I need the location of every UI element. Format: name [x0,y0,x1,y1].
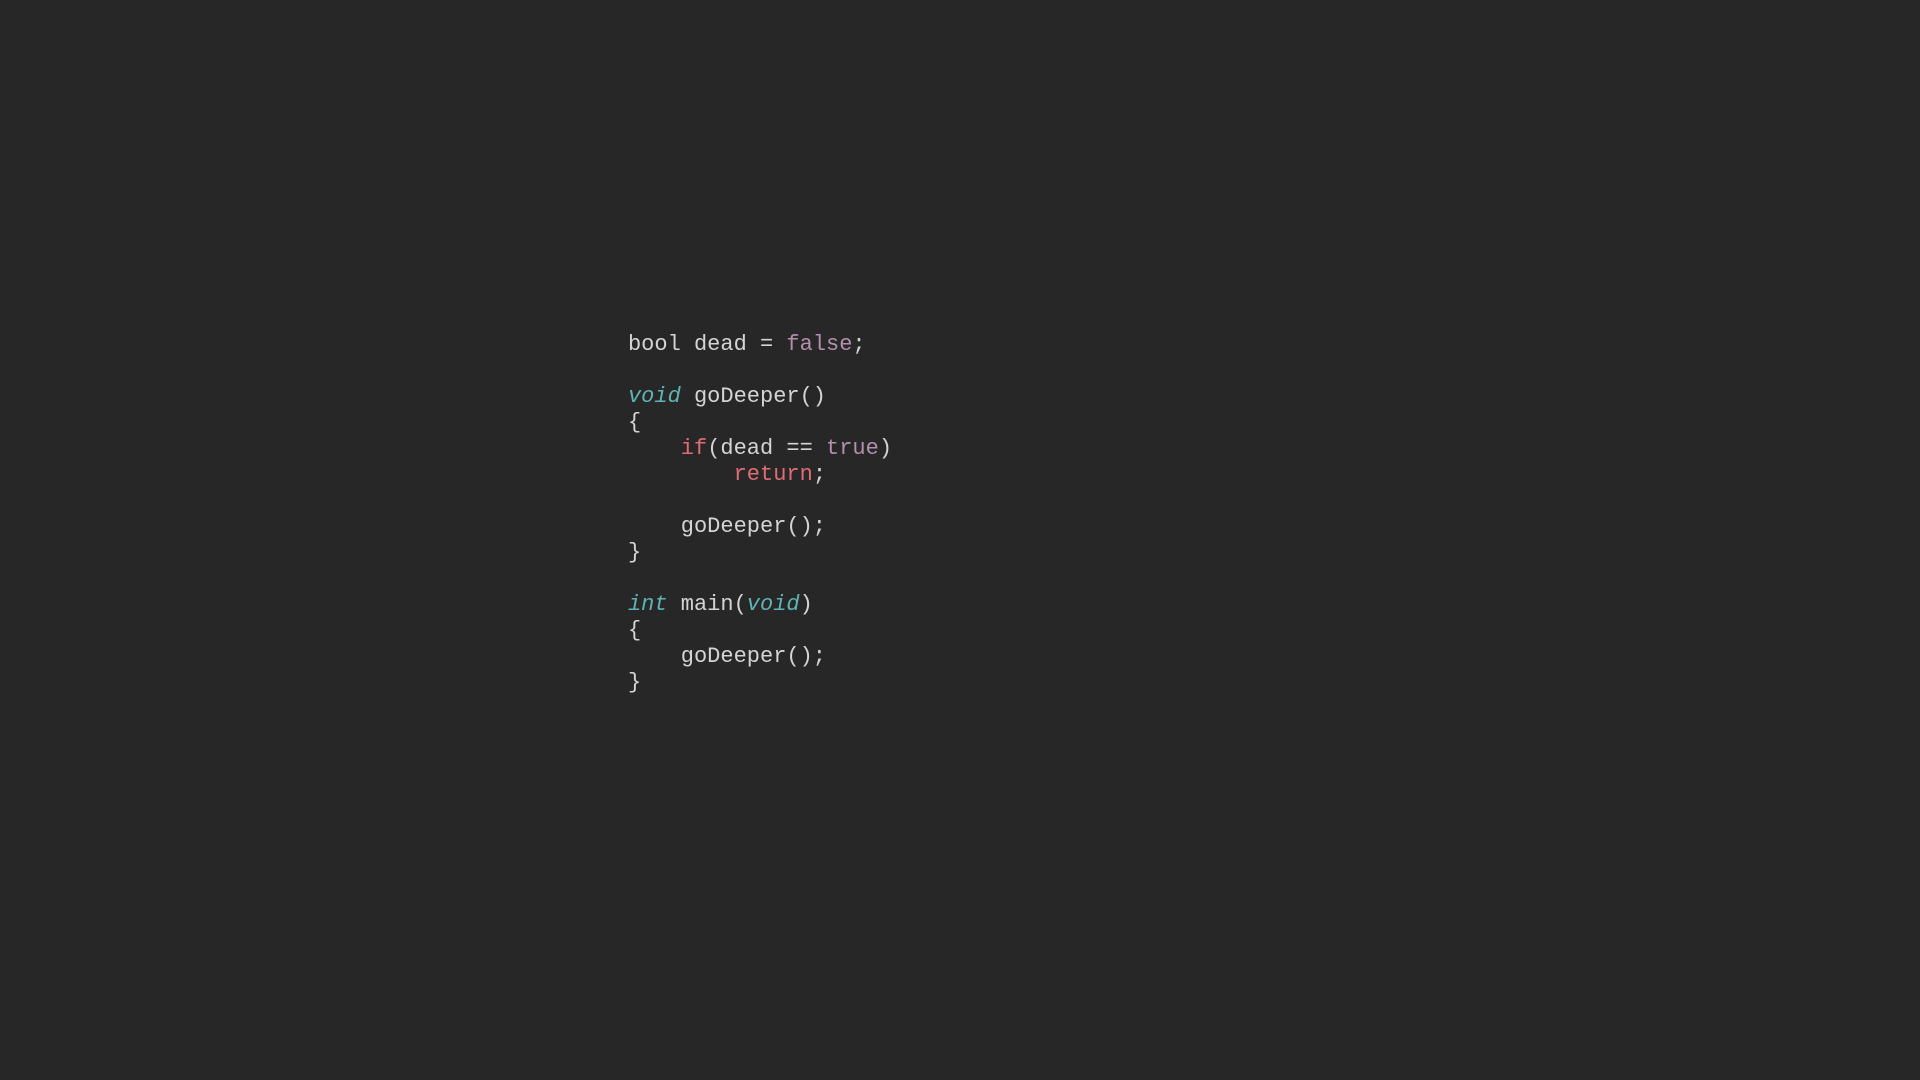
function-call: goDeeper(); [681,644,826,669]
type-keyword: void [747,592,800,617]
code-line [628,354,892,380]
code-line: int main(void) [628,588,892,614]
code-line [628,484,892,510]
code-line: { [628,614,892,640]
identifier: dead [694,332,747,357]
close-paren: ) [879,436,892,461]
function-name: main [681,592,734,617]
function-name: goDeeper [694,384,800,409]
close-paren: ) [800,592,813,617]
code-line: } [628,666,892,692]
code-line: { [628,406,892,432]
code-line: } [628,536,892,562]
code-line: goDeeper(); [628,640,892,666]
code-line: return; [628,458,892,484]
close-brace: } [628,540,641,565]
punctuation: ; [852,332,865,357]
operator: = [760,332,773,357]
parentheses: () [800,384,826,409]
close-brace: } [628,670,641,695]
function-call: goDeeper(); [681,514,826,539]
return-keyword: return [734,462,813,487]
type-keyword: bool [628,332,681,357]
code-line [628,562,892,588]
punctuation: ; [813,462,826,487]
open-paren: ( [734,592,747,617]
code-line: goDeeper(); [628,510,892,536]
code-line: bool dead = false; [628,328,892,354]
code-snippet: bool dead = false;void goDeeper(){ if(de… [628,328,892,692]
boolean-literal: false [786,332,852,357]
code-line: void goDeeper() [628,380,892,406]
boolean-literal: true [826,436,879,461]
code-line: if(dead == true) [628,432,892,458]
